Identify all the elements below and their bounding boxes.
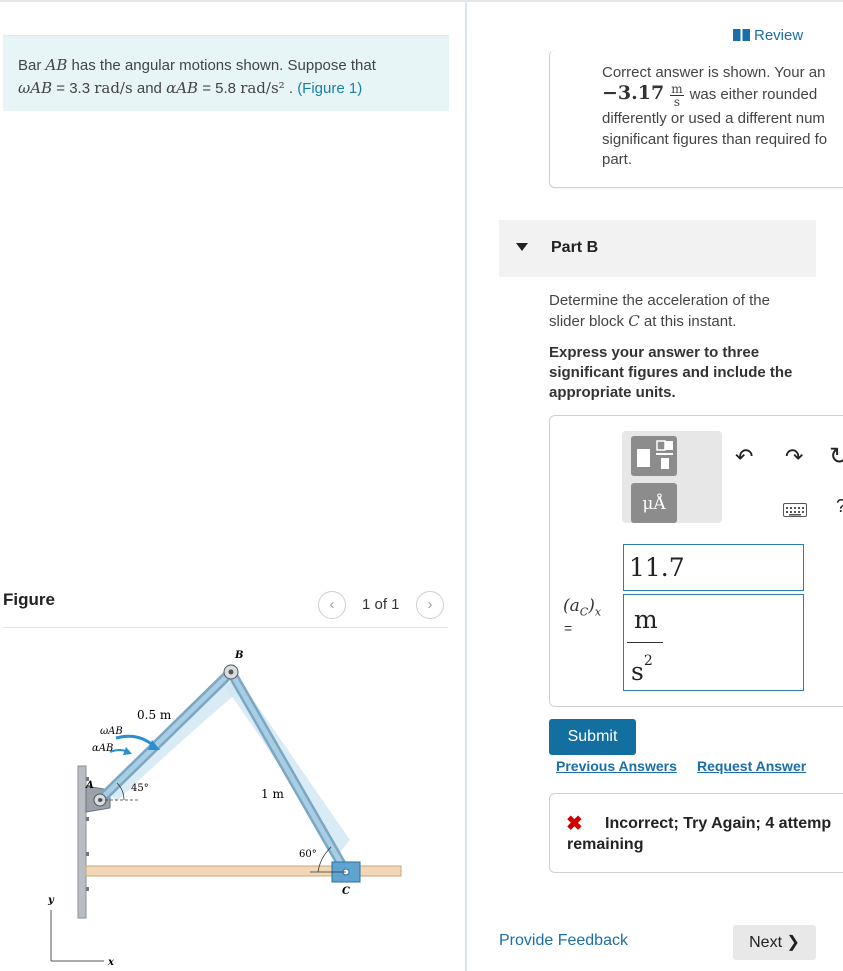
question-suffix-pre: slider block: [549, 313, 625, 330]
feedback-line1: Correct answer is shown. Your an: [602, 64, 826, 81]
question-text: Determine the acceleration of the slider…: [549, 291, 819, 332]
reset-icon[interactable]: ↻: [829, 442, 843, 471]
previous-answers-link[interactable]: Previous Answers: [556, 758, 677, 774]
figure-link[interactable]: (Figure 1): [297, 80, 362, 97]
figure-count: 1 of 1: [362, 596, 400, 613]
answer-equals: =: [564, 620, 573, 636]
label-axis-y: y: [47, 895, 55, 906]
part-b-header[interactable]: Part B: [499, 220, 816, 277]
fraction-template-icon: [637, 440, 673, 469]
undo-icon[interactable]: ↶: [735, 444, 753, 470]
status-message: Incorrect; Try Again; 4 attemp remaining: [567, 813, 843, 855]
wall-bolt: [86, 817, 89, 821]
previous-answer-feedback: Correct answer is shown. Your an −3.17 m s…: [549, 50, 843, 188]
omega-arrow: [115, 734, 155, 748]
review-link[interactable]: Review: [733, 27, 803, 44]
answer-label-x: x: [594, 605, 602, 619]
feedback-line4: significant figures than required fo: [602, 131, 828, 148]
chevron-right-icon: ❯: [786, 934, 800, 951]
label-axis-x: x: [107, 957, 115, 968]
provide-feedback-link[interactable]: Provide Feedback: [499, 932, 628, 950]
label-angle-a: 45°: [131, 783, 149, 794]
question-var: C: [628, 312, 640, 330]
unit-fraction-bar: [627, 642, 663, 643]
feedback-unit-den: s: [673, 94, 680, 109]
answer-label-sub: C: [579, 605, 589, 619]
bar-ab-blur: [108, 680, 238, 802]
omega-unit: rad/s: [94, 79, 133, 97]
fraction-template-button[interactable]: [631, 436, 677, 476]
answer-value-input[interactable]: 11.7: [623, 544, 804, 591]
feedback-line5: part.: [602, 151, 633, 168]
answer-label-main: (a: [563, 596, 580, 616]
question-prefix: Determine the acceleration of the: [549, 292, 770, 309]
and-text: and: [136, 80, 162, 97]
collapse-caret-icon[interactable]: [516, 243, 528, 251]
mechanism-figure: B A C ωAB αAB 0.5 m 1 m 45° 60° y x: [47, 650, 402, 968]
status-line2: remaining: [567, 836, 644, 853]
wall: [77, 765, 87, 919]
figure-rule: [3, 627, 448, 628]
help-icon[interactable]: ?: [836, 496, 843, 517]
keyboard-icon[interactable]: [783, 503, 807, 517]
keyboard-keys: [786, 507, 804, 516]
bar-bc-highlight: [228, 669, 349, 875]
unit-den-exp: 2: [643, 652, 653, 669]
label-a: A: [85, 780, 94, 791]
answer-instruction: Express your answer to three significant…: [549, 344, 793, 401]
wall-bolt: [86, 852, 89, 856]
unit-den-base: s: [631, 657, 644, 686]
pane-divider[interactable]: [465, 2, 467, 971]
bar-name: AB: [45, 56, 68, 74]
feedback-unit: ms: [670, 83, 684, 109]
figure-heading: Figure: [3, 590, 55, 609]
feedback-value: −3.17: [602, 82, 665, 104]
math-toolbar: μÅ: [622, 431, 722, 523]
pin-b-center: [228, 669, 234, 675]
alpha-unit: rad/s²: [240, 79, 285, 97]
problem-statement: Bar AB has the angular motions shown. Su…: [3, 35, 449, 111]
part-label: Part B: [551, 239, 599, 256]
omega-value: = 3.3: [56, 80, 91, 97]
label-omega: ωAB: [100, 726, 123, 737]
omega-symbol: ωAB: [18, 79, 53, 97]
next-button[interactable]: Next ❯: [733, 925, 816, 960]
label-len-ab: 0.5 m: [137, 708, 172, 722]
unit-numerator: m: [634, 605, 658, 634]
units-button[interactable]: μÅ: [631, 483, 677, 523]
unit-denominator: s2: [631, 653, 653, 686]
next-figure-button[interactable]: ›: [416, 591, 444, 619]
top-rule: [0, 0, 843, 2]
figure-pager: ‹ 1 of 1 ›: [318, 591, 448, 619]
request-answer-link[interactable]: Request Answer: [697, 758, 806, 774]
feedback-line3: differently or used a different num: [602, 110, 825, 127]
label-angle-c: 60°: [299, 849, 317, 860]
question-suffix: at this instant.: [643, 313, 737, 330]
answer-label: (aC)x: [563, 596, 601, 618]
answer-unit-input[interactable]: m s2: [623, 594, 804, 691]
problem-text-mid: has the angular motions shown. Suppose t…: [71, 57, 376, 74]
label-len-bc: 1 m: [261, 787, 284, 801]
answer-label-close: ): [588, 596, 595, 616]
problem-text-prefix: Bar: [18, 57, 42, 74]
status-line1: Incorrect; Try Again; 4 attemp: [605, 815, 832, 832]
feedback-line2: −3.17 m s was either rounded: [602, 82, 843, 108]
next-label: Next: [749, 934, 783, 951]
label-alpha: αAB: [92, 743, 113, 754]
redo-icon[interactable]: ↷: [785, 444, 803, 470]
wall-bolt: [86, 887, 89, 891]
prev-figure-button[interactable]: ‹: [318, 591, 346, 619]
label-c: C: [342, 886, 350, 897]
label-b: B: [234, 650, 243, 661]
alpha-value: = 5.8: [202, 80, 237, 97]
review-label: Review: [754, 27, 804, 44]
submit-button[interactable]: Submit: [549, 719, 636, 755]
book-icon: [733, 29, 750, 41]
alpha-symbol: αAB: [166, 79, 199, 97]
feedback-line2-rest: was either rounded: [689, 86, 818, 103]
